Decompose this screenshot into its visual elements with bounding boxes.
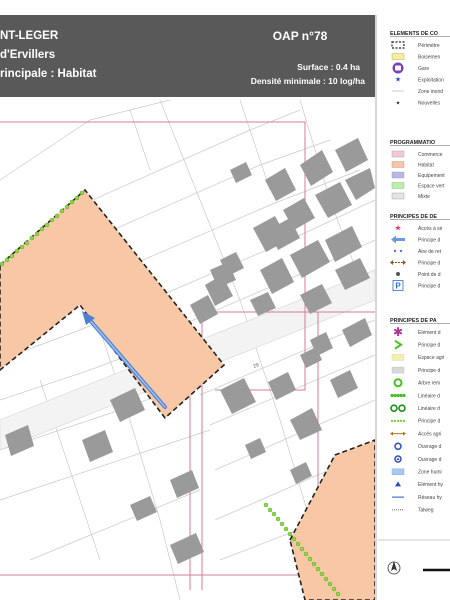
brown-arrow-icon xyxy=(390,431,406,436)
dashed-perimeter-icon xyxy=(391,41,405,49)
title-line-1: NT-LEGER xyxy=(0,30,59,42)
parking-icon: P xyxy=(392,280,404,291)
paysage-legend-label: Principe d xyxy=(418,419,440,425)
paysage-legend-label: Principe d xyxy=(418,343,440,349)
desserte-legend-label: Principe d xyxy=(418,283,440,289)
elements-legend-label: Exploitation xyxy=(418,77,444,83)
legend-title-desserte: PRINCIPES DE DE xyxy=(390,214,437,220)
double-ring-icon xyxy=(390,404,406,413)
legend-title-elements: ELEMENTS DE CO xyxy=(390,31,438,37)
title-line-2: d'Ervillers xyxy=(0,49,55,61)
paysage-legend-label: Accès agri xyxy=(418,431,441,437)
elements-legend-label: Périmètre xyxy=(418,43,440,49)
paysage-legend-label: Linéaire d xyxy=(418,406,440,412)
blue-circle-icon xyxy=(394,442,402,451)
programmation-legend-label: Mixte xyxy=(418,194,430,200)
legend-title-programmation: PROGRAMMATIO xyxy=(390,140,435,146)
desserte-legend-label: Principe d xyxy=(418,237,440,243)
title-line-3: rincipale : Habitat xyxy=(0,68,97,80)
yellow-square-icon xyxy=(391,354,405,361)
blue-triangle-icon xyxy=(395,481,401,487)
pink-star-icon: ★ xyxy=(394,224,401,233)
elements-legend-label: Boisemen xyxy=(418,54,440,60)
purple-swatch-icon xyxy=(391,171,405,179)
blue-rect-icon xyxy=(391,468,405,475)
legend-panel: ELEMENTS DE CO Périmètre Boisemen Gare ★ Expl… xyxy=(390,31,450,514)
oap-number: OAP n°78 xyxy=(273,29,328,43)
grey-swatch-icon xyxy=(391,192,405,200)
programmation-legend-label: Habitat xyxy=(418,162,434,168)
paysage-legend-label: Espace agri xyxy=(418,355,444,361)
elements-legend-label: Gare xyxy=(418,66,429,72)
blue-triangle-circle-icon xyxy=(394,455,402,463)
density-text: Densité minimale : 10 log/ha xyxy=(251,76,366,86)
pink-swatch-icon xyxy=(391,150,405,158)
green-chevron-icon xyxy=(394,339,403,350)
green-swatch-icon xyxy=(391,182,405,189)
paysage-legend-label: Principe d xyxy=(418,368,440,374)
svg-text:P: P xyxy=(395,282,401,291)
elements-legend-label: Zone inond xyxy=(418,89,443,95)
svg-text:★: ★ xyxy=(394,224,401,233)
programmation-legend-label: Equipement xyxy=(418,173,445,179)
paysage-legend-label: Arbre rem xyxy=(418,381,440,387)
blue-dots-icon xyxy=(393,249,403,253)
paysage-legend-label: Réseau hy xyxy=(418,495,442,501)
purple-asterisk-icon: ✱ xyxy=(393,325,403,339)
legend-title-paysage: PRINCIPES DE PA xyxy=(390,318,437,324)
paysage-legend-label: Elément hy xyxy=(418,482,444,488)
green-dots-icon xyxy=(390,419,406,423)
green-ring-icon xyxy=(393,378,403,388)
programmation-legend-label: Espace vert xyxy=(418,183,445,189)
paysage-legend-label: Zone humi xyxy=(418,470,442,476)
blue-arrow-icon xyxy=(391,235,405,244)
svg-text:★: ★ xyxy=(395,76,401,84)
point-icon xyxy=(396,272,400,276)
small-star-icon: ★ xyxy=(396,101,401,107)
elements-legend-label: Nouvelles xyxy=(418,100,440,106)
programmation-legend-label: Commerce xyxy=(418,152,443,158)
legend-divider xyxy=(375,15,377,600)
paysage-legend-label: Elément d xyxy=(418,330,441,336)
paysage-legend-label: Talweg xyxy=(418,508,434,514)
paysage-legend-label: Ouvrage d xyxy=(418,444,442,450)
brown-double-arrow-icon xyxy=(390,260,406,265)
yellow-hatch-icon xyxy=(391,53,405,60)
grey-square-icon xyxy=(391,366,405,374)
desserte-legend-label: Accès à sé xyxy=(418,226,443,232)
paysage-legend-label: Ouvrage d xyxy=(418,457,442,463)
surface-text: Surface : 0.4 ha xyxy=(297,62,360,72)
desserte-legend-label: Aire de ret xyxy=(418,249,442,255)
orange-swatch-icon xyxy=(391,161,405,168)
paysage-legend-label: Linéaire d xyxy=(418,393,440,399)
desserte-legend-label: Point de d xyxy=(418,272,441,278)
north-arrow-icon xyxy=(387,561,401,575)
oap-map: 29 NT-LEGER d'Ervillers rincipale: Habi… xyxy=(0,15,450,600)
station-icon xyxy=(392,62,404,74)
green-dot-line-icon xyxy=(390,393,406,398)
svg-text:★: ★ xyxy=(396,101,401,107)
desserte-legend-label: Principe d xyxy=(418,260,440,266)
svg-text:✱: ✱ xyxy=(393,325,403,339)
blue-star-icon: ★ xyxy=(395,76,401,84)
